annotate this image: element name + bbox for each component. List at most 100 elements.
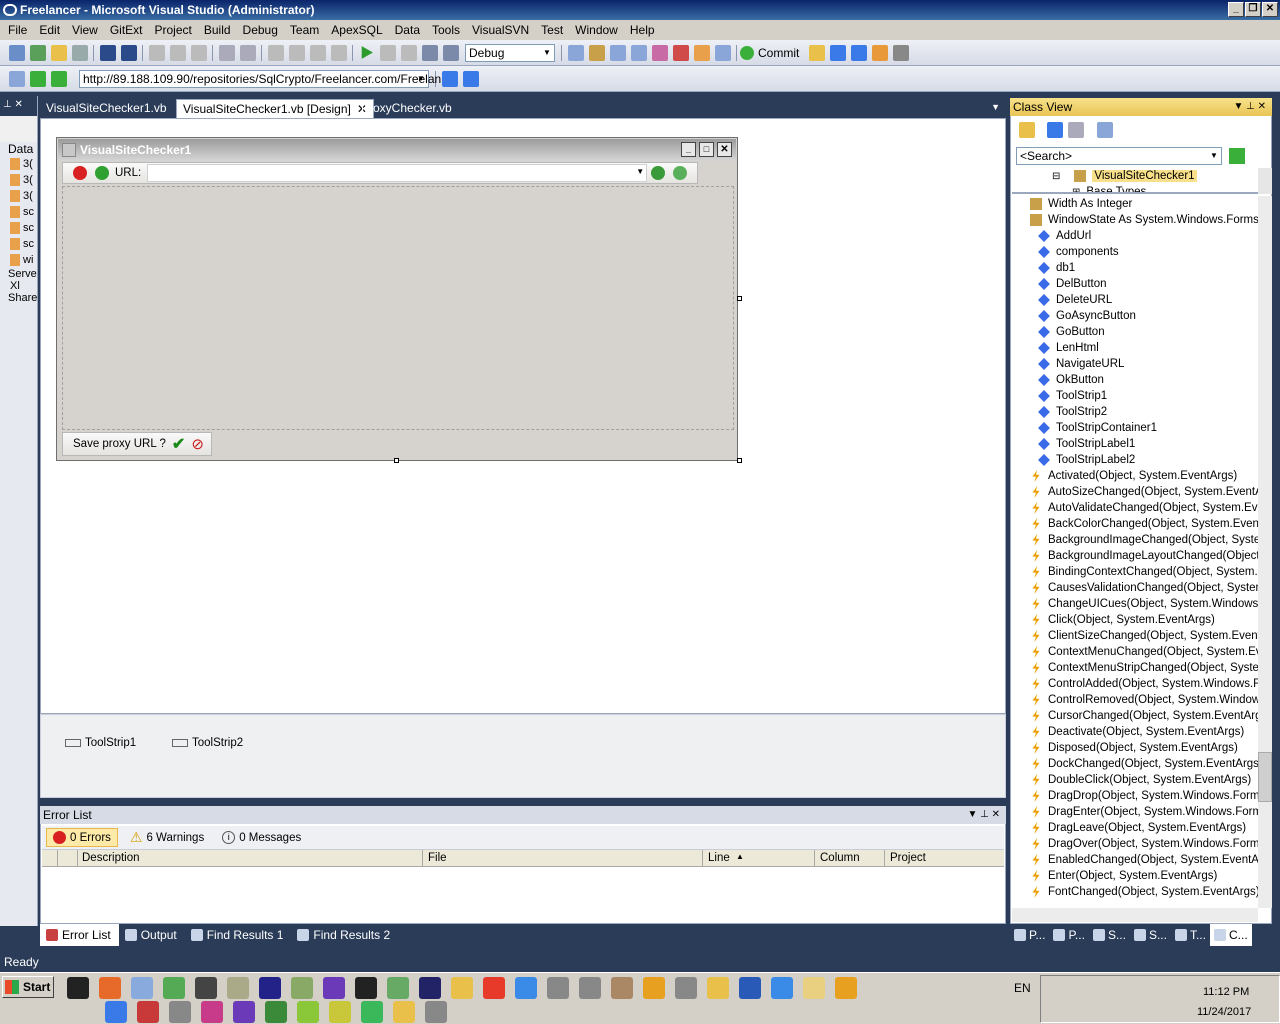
forward-icon[interactable]: [1068, 122, 1084, 138]
data-source-item[interactable]: 3(: [10, 188, 37, 204]
step-over-icon[interactable]: [442, 44, 459, 61]
tray-toolstrip2[interactable]: ToolStrip2: [172, 737, 243, 749]
column-file[interactable]: File: [428, 852, 447, 864]
branch-icon[interactable]: [441, 70, 458, 87]
menu-tools[interactable]: Tools: [426, 23, 466, 37]
class-member-field[interactable]: ToolStrip1: [1028, 388, 1258, 404]
class-member-event[interactable]: DragOver(Object, System.Windows.Forms.: [1028, 836, 1258, 852]
open-icon[interactable]: [50, 44, 67, 61]
taskbar-app-icon[interactable]: [355, 977, 377, 999]
share-item[interactable]: Share: [0, 292, 37, 304]
tray-toolstrip1[interactable]: ToolStrip1: [65, 737, 136, 749]
right-tab[interactable]: S...: [1130, 924, 1171, 946]
class-member-event[interactable]: ContextMenuChanged(Object, System.Eve: [1028, 644, 1258, 660]
column-column[interactable]: Column: [820, 852, 860, 864]
right-tab[interactable]: S...: [1089, 924, 1130, 946]
step-icon[interactable]: [421, 44, 438, 61]
taskbar-app-icon[interactable]: [291, 977, 313, 999]
class-member-field[interactable]: ToolStripLabel1: [1028, 436, 1258, 452]
class-member-event[interactable]: BackgroundImageChanged(Object, System: [1028, 532, 1258, 548]
search-go-icon[interactable]: [1229, 148, 1245, 164]
messages-filter-button[interactable]: i0 Messages: [216, 829, 307, 846]
taskbar-app-icon[interactable]: [515, 977, 537, 999]
class-member-event[interactable]: Deactivate(Object, System.EventArgs): [1028, 724, 1258, 740]
restore-button[interactable]: ❐: [1245, 2, 1261, 17]
taskbar-app-icon[interactable]: [425, 1001, 447, 1023]
class-member-field[interactable]: NavigateURL: [1028, 356, 1258, 372]
add-item-icon[interactable]: [29, 44, 46, 61]
clock-time[interactable]: 11:12 PM: [1203, 986, 1249, 998]
url-toolstrip[interactable]: URL: ▼: [62, 162, 698, 184]
taskbar-app-icon[interactable]: [707, 977, 729, 999]
class-member-event[interactable]: ChangeUICues(Object, System.Windows.F: [1028, 596, 1258, 612]
ok-check-icon[interactable]: ✔: [172, 434, 185, 454]
class-member-field[interactable]: OkButton: [1028, 372, 1258, 388]
tab-find-results-2[interactable]: Find Results 2: [291, 924, 398, 946]
paste-icon[interactable]: [190, 44, 207, 61]
class-member-field[interactable]: ToolStripLabel2: [1028, 452, 1258, 468]
taskbar-app-icon[interactable]: [361, 1001, 383, 1023]
save-icon[interactable]: [99, 44, 116, 61]
delete-url-icon[interactable]: [73, 166, 87, 180]
class-member-event[interactable]: Activated(Object, System.EventArgs): [1028, 468, 1258, 484]
taskbar-app-icon[interactable]: [201, 1001, 223, 1023]
start-page-icon[interactable]: [672, 44, 689, 61]
resize-handle[interactable]: [394, 458, 399, 463]
data-source-item[interactable]: 3(: [10, 156, 37, 172]
panel-controls-icon[interactable]: ▼ ⊥ ✕: [1233, 98, 1266, 116]
right-tab[interactable]: P...: [1049, 924, 1088, 946]
taskbar-app-icon[interactable]: [547, 977, 569, 999]
redo-icon[interactable]: [288, 44, 305, 61]
class-member-event[interactable]: DoubleClick(Object, System.EventArgs): [1028, 772, 1258, 788]
tree-node-base-types[interactable]: ⊞ Base Types: [1012, 184, 1258, 192]
class-member-field[interactable]: db1: [1028, 260, 1258, 276]
taskbar-app-icon[interactable]: [579, 977, 601, 999]
right-tab[interactable]: T...: [1171, 924, 1210, 946]
class-member-field[interactable]: GoAsyncButton: [1028, 308, 1258, 324]
class-member-event[interactable]: CursorChanged(Object, System.EventArgs: [1028, 708, 1258, 724]
svn-tools-icon[interactable]: [893, 44, 910, 61]
taskbar-app-icon[interactable]: [99, 977, 121, 999]
menu-window[interactable]: Window: [569, 23, 624, 37]
data-source-item[interactable]: sc: [10, 204, 37, 220]
start-button[interactable]: Start: [2, 976, 54, 998]
menu-team[interactable]: Team: [284, 23, 325, 37]
resize-handle[interactable]: [737, 296, 742, 301]
taskbar-app-icon[interactable]: [451, 977, 473, 999]
save-all-icon[interactable]: [120, 44, 137, 61]
copy-icon[interactable]: [169, 44, 186, 61]
menu-project[interactable]: Project: [149, 23, 198, 37]
data-source-item[interactable]: wi: [10, 252, 37, 268]
taskbar-app-icon[interactable]: [131, 977, 153, 999]
taskbar-app-icon[interactable]: [675, 977, 697, 999]
menu-help[interactable]: Help: [624, 23, 661, 37]
taskbar-app-icon[interactable]: [803, 977, 825, 999]
start-debugging-icon[interactable]: [361, 46, 373, 59]
menu-data[interactable]: Data: [389, 23, 426, 37]
class-member-event[interactable]: DragLeave(Object, System.EventArgs): [1028, 820, 1258, 836]
close-button[interactable]: ✕: [1262, 2, 1278, 17]
menu-visualsvn[interactable]: VisualSVN: [466, 23, 535, 37]
solution-explorer-icon[interactable]: [588, 44, 605, 61]
panel-pin[interactable]: ⊥ ✕: [0, 96, 37, 116]
menu-file[interactable]: File: [2, 23, 33, 37]
class-member-event[interactable]: CausesValidationChanged(Object, System.I: [1028, 580, 1258, 596]
errors-filter-button[interactable]: 0 Errors: [46, 828, 118, 847]
uncomment-icon[interactable]: [239, 44, 256, 61]
class-member-event[interactable]: DragEnter(Object, System.Windows.Forms: [1028, 804, 1258, 820]
taskbar-app-icon[interactable]: [259, 977, 281, 999]
minimize-button[interactable]: _: [1228, 2, 1244, 17]
new-project-icon[interactable]: [8, 44, 25, 61]
tab-visualsitechecker-design[interactable]: VisualSiteChecker1.vb [Design] ✕: [176, 99, 374, 118]
tab-output[interactable]: Output: [119, 924, 185, 946]
taskbar-app-icon[interactable]: [227, 977, 249, 999]
language-indicator[interactable]: EN: [1014, 981, 1031, 995]
column-project[interactable]: Project: [890, 852, 926, 864]
toolbox-icon[interactable]: [651, 44, 668, 61]
data-source-item[interactable]: sc: [10, 220, 37, 236]
taskbar-app-icon[interactable]: [137, 1001, 159, 1023]
object-browser-icon[interactable]: [630, 44, 647, 61]
class-member-event[interactable]: FontChanged(Object, System.EventArgs): [1028, 884, 1258, 900]
repository-url-select[interactable]: http://89.188.109.90/repositories/SqlCry…: [79, 69, 441, 88]
menu-debug[interactable]: Debug: [237, 23, 284, 37]
